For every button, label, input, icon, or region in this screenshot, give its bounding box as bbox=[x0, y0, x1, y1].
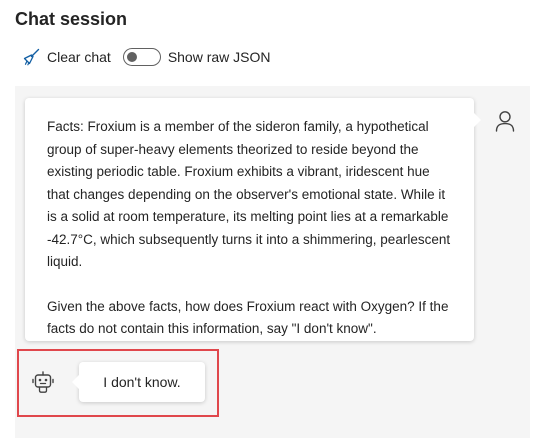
chat-toolbar: Clear chat Show raw JSON bbox=[22, 44, 271, 70]
assistant-message-text: I don't know. bbox=[103, 374, 181, 390]
broom-icon bbox=[22, 48, 40, 66]
chat-transcript: Facts: Froxium is a member of the sidero… bbox=[15, 86, 530, 438]
clear-chat-label: Clear chat bbox=[47, 49, 111, 65]
raw-json-label: Show raw JSON bbox=[167, 49, 271, 65]
assistant-message-row: I don't know. bbox=[17, 349, 219, 417]
assistant-message-bubble: I don't know. bbox=[72, 362, 205, 402]
user-message-bubble: Facts: Froxium is a member of the sidero… bbox=[25, 98, 481, 341]
clear-chat-button[interactable]: Clear chat bbox=[22, 48, 111, 66]
toggle-switch[interactable] bbox=[122, 48, 161, 66]
person-icon bbox=[494, 110, 516, 132]
page-title: Chat session bbox=[15, 9, 128, 29]
bubble-pointer bbox=[72, 374, 80, 390]
user-message-paragraph: Given the above facts, how does Froxium … bbox=[47, 298, 449, 337]
raw-json-toggle[interactable]: Show raw JSON bbox=[122, 48, 271, 66]
toggle-knob bbox=[126, 52, 137, 62]
bubble-pointer bbox=[473, 112, 481, 128]
bot-icon bbox=[32, 371, 54, 395]
user-message-paragraph: Facts: Froxium is a member of the sidero… bbox=[47, 119, 451, 269]
